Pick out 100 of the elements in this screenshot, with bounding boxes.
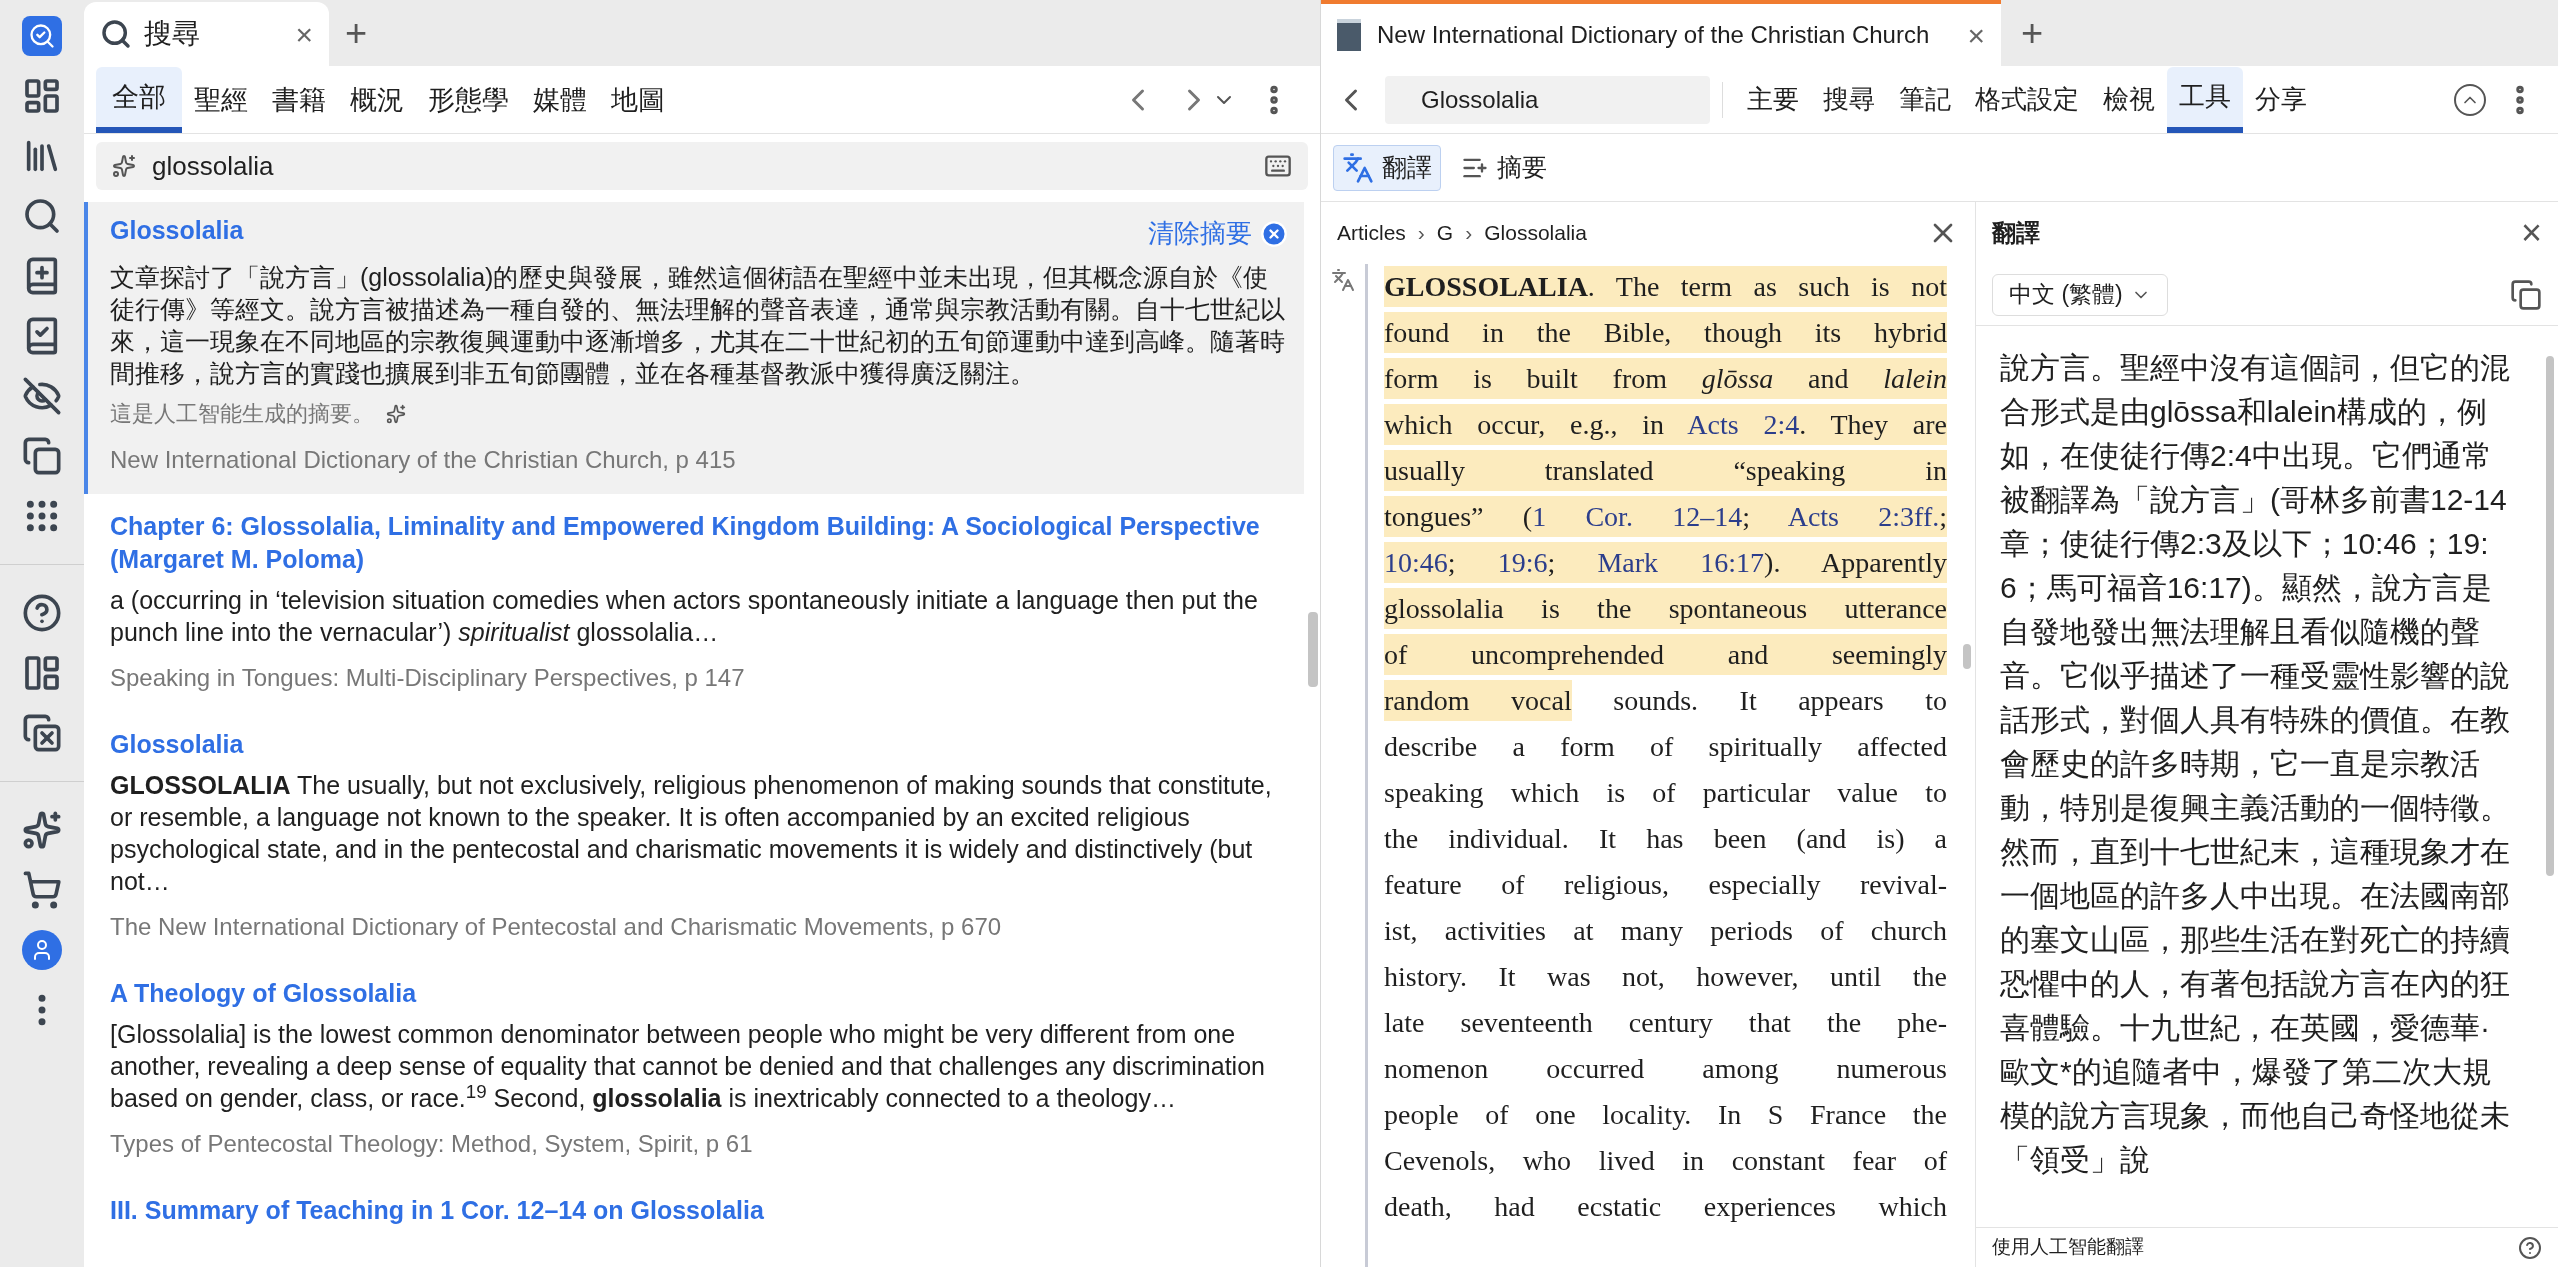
close-tab-button[interactable]: × [295,11,313,57]
scripture-link[interactable]: Acts 2:3ff. [1787,496,1940,537]
result-title[interactable]: Glossolalia [110,728,244,761]
breadcrumb-link[interactable]: G [1436,217,1454,249]
menu-tab[interactable]: 工具 [2167,66,2243,133]
help-icon[interactable] [2518,1235,2542,1260]
menu-tab[interactable]: 主要 [1735,66,1811,133]
highlighted-text: and [1773,358,1884,399]
scripture-link[interactable]: Acts 2:4 [1687,404,1800,445]
language-select[interactable]: 中文 (繁體) [1992,273,2168,316]
result-source: Speaking in Tongues: Multi-Disciplinary Perspectives, p 147 [110,663,746,693]
filter-tab[interactable]: 全部 [96,67,182,133]
copy-icon[interactable] [22,436,62,476]
sparkle-icon [112,154,136,178]
scripture-link[interactable]: 19:6 [1497,542,1548,583]
close-button[interactable]: × [2520,206,2542,260]
highlighted-text: random vocal [1384,680,1572,721]
copy-x-icon[interactable] [22,713,62,753]
article-text: death, had ecstatic experiences which [1384,1191,1947,1222]
tool-button[interactable]: 摘要 [1453,144,1555,191]
ai-note: 這是人工智能生成的摘要。 [110,400,374,428]
filter-tab[interactable]: 概況 [338,67,416,133]
result-snippet: a (occurring in ‘television situation comedies when actors spontaneously initiate a language then put the punch line into the vernacular’) spiritualist glossolalia… [110,585,1259,648]
layout-icon[interactable] [22,653,62,693]
search-tab[interactable]: 搜尋 × [84,2,329,66]
translate-icon [1342,151,1374,184]
article-text: history. It was not, however, until the [1384,961,1947,992]
result-title[interactable]: A Theology of Glossolalia [110,977,417,1010]
menu-tab[interactable]: 筆記 [1887,66,1963,133]
breadcrumb-separator: › [1417,220,1425,247]
highlighted-text: ; [1939,496,1947,537]
article-text: the individual. It has been (and is) a [1384,823,1947,854]
help-icon[interactable] [22,593,62,633]
result-source: New International Dictionary of the Christian Church, p 415 [110,445,737,475]
search-input[interactable]: glossolalia [152,146,1248,186]
highlighted-text: lalein [1883,358,1947,399]
translation-text: 說方言。聖經中沒有這個詞，但它的混合形式是由glōssa和lalein構成的，例如，在使徒行傳2:4中出現。它們通常被翻譯為「說方言」(哥林多前書12-14章；使徒行傳2:3及以下；10:46；19:6；馬可福音16:17)。顯然，說方言是自發地發出無法理解且看似隨機的聲音。它似乎描述了一種受靈性影響的說話形式，對個人具有特殊的價值。在教會歷史的許多時期，它一直是宗教活動，特別是復興主義活動的一個特徵。然而，直到十七世紀末，這種現象才在一個地區的許多人中出現。在法國南部的塞文山區，那些生活在對死亡的持續恐懼中的人，有著包括說方言在內的狂喜體驗。十九世紀，在英國，愛德華·歐文*的追隨者中，爆發了第二次大規模的說方言現象，而他自己奇怪地從未「領受」說 [2000,350,2511,1178]
highlighted-text: GLOSSOLALIA [1384,266,1588,307]
highlighted-text: ; [1742,496,1788,537]
user-icon[interactable] [22,930,62,970]
book-cover-thumbnail [1337,19,1361,51]
new-tab-button[interactable]: + [2021,4,2044,62]
eye-off-icon[interactable] [22,376,62,416]
article-text: describe a form of spiritually affected [1384,731,1947,762]
tab-title: New International Dictionary of the Christian Church [1377,20,1930,50]
copy-icon[interactable] [2510,278,2542,311]
result-source: The New International Dictionary of Pentecostal and Charismatic Movements, p 670 [110,912,1003,942]
article-text: speaking which is of particular value to [1384,777,1947,808]
result-snippet: 文章探討了「說方言」(glossolalia)的歷史與發展，雖然這個術語在聖經中並未出現，但其概念源自於《使徒行傳》等經文。說方言被描述為一種自發的、無法理解的聲音表達，通常與宗教活動有關。自十七世紀以來，這一現象在不同地區的宗教復興運動中逐漸增多，尤其在二十世紀初的五旬節運動中達到高峰。隨著時間推移，說方言的實踐也擴展到非五旬節團體，並在各種基督教派中獲得廣泛關注。 [110,262,1286,389]
result-title[interactable]: III. Summary of Teaching in 1 Cor. 12–14 on Glossolalia [110,1194,764,1227]
search-result[interactable] [84,202,1304,494]
tool-button[interactable]: 翻譯 [1333,144,1441,191]
panel-title: 翻譯 [1992,218,2040,248]
new-tab-button[interactable]: + [345,4,368,62]
document-tab[interactable]: New International Dictionary of the Christian Church × [1321,0,2001,66]
clear-summary-button[interactable]: 清除摘要 [1148,214,1288,253]
filter-tab[interactable]: 地圖 [599,67,677,133]
close-tab-button[interactable]: × [1967,12,1985,58]
menu-tab[interactable]: 格式設定 [1963,66,2091,133]
sparkle-icon[interactable] [22,810,62,850]
tab-title: 搜尋 [144,17,200,51]
result-snippet: GLOSSOLALIA The usually, but not exclusively, religious phenomenon of making sounds that constitute, or resemble, a language not known to the speaker. It is often accompanied by an excited religious psychological state, and in the pentecostal and charismatic movements it is widely and distinctively (but not… [110,770,1273,897]
filter-tab[interactable]: 媒體 [521,67,599,133]
reference-field[interactable]: Glossolalia [1385,75,1710,124]
scripture-link[interactable]: 10:46 [1384,542,1448,583]
dashboard-icon[interactable] [22,76,62,116]
result-title[interactable]: Chapter 6: Glossolalia, Liminality and Empowered Kingdom Building: A Sociological Perspective (Margaret M. Poloma) [110,510,1288,576]
filter-tab[interactable]: 聖經 [182,67,260,133]
ai-translation-note: 使用人工智能翻譯 [1992,1235,2144,1260]
collapse-icon[interactable] [2454,83,2486,116]
result-title[interactable]: Glossolalia [110,214,244,247]
highlighted-text: tongues” ( [1384,496,1533,537]
breadcrumb-separator: › [1465,220,1473,247]
breadcrumb-link[interactable]: Glossolalia [1484,217,1587,249]
highlighted-text: glōssa [1701,358,1774,399]
search-field[interactable]: glossolalia [96,142,1308,190]
highlighted-text: which occur, e.g., in [1384,404,1688,445]
translate-icon [1331,268,1355,292]
highlighted-text: ; [1547,542,1598,583]
scripture-link[interactable]: 1 Cor. 12–14 [1532,496,1743,537]
menu-tab[interactable]: 檢視 [2091,66,2167,133]
breadcrumb-link[interactable]: Articles [1337,217,1406,249]
menu-tab[interactable]: 搜尋 [1811,66,1887,133]
article-text: Cevenols, who lived in constant fear of [1384,1145,1947,1176]
menu-tab[interactable]: 分享 [2243,66,2319,133]
filter-tab[interactable]: 形態學 [416,67,521,133]
scripture-link[interactable]: Mark 16:17 [1597,542,1765,583]
result-snippet: [Glossolalia] is the lowest common denominator between people who might be very different from one another, revealing a deep sense of equality that cannot be denied and that challenges any discrimination based on gender, class, or race.$^{19}$ Second, glossolalia is inextricably connected to a theology… [110,1019,1266,1114]
search-result[interactable]: III. Summary of Teaching in 1 Cor. 12–14 on Glossolalia [84,1178,1304,1243]
highlighted-text: usually translated “speaking in [1384,450,1947,491]
app-logo-icon[interactable] [22,16,62,56]
search-icon [100,18,132,50]
highlighted-text: found in the Bible, though its hybrid [1384,312,1947,353]
highlighted-text: ; [1447,542,1498,583]
search-icon[interactable] [22,196,62,236]
cart-icon[interactable] [22,870,62,910]
article-text: nomenon occurred among numerous [1384,1053,1947,1084]
filter-tab[interactable]: 書籍 [260,67,338,133]
sparkle-icon [386,403,406,424]
result-source: Types of Pentecostal Theology: Method, System, Spirit, p 61 [110,1129,754,1159]
